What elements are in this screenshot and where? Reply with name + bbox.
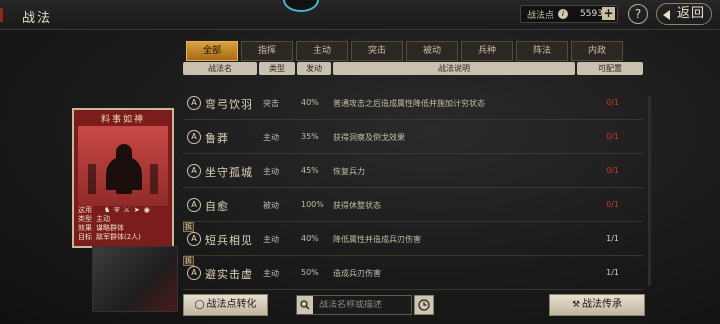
card-info-key: 效果 bbox=[78, 224, 92, 232]
search-box[interactable] bbox=[296, 295, 412, 315]
tactic-rate: 35% bbox=[301, 132, 319, 141]
tactic-name: 鲁莽 bbox=[205, 132, 229, 145]
tactic-config: 1/1 bbox=[606, 234, 619, 243]
tactic-desc: 普通攻击之后造成属性降低并施加计穷状态 bbox=[333, 99, 485, 108]
table-row[interactable]: 拆 A 短兵相见 主动 40% 降低属性并造成兵刃伤害 1/1 bbox=[183, 222, 643, 256]
active-skill-icon: A bbox=[187, 130, 201, 144]
tactic-desc: 恢复兵力 bbox=[333, 167, 365, 176]
tactic-desc: 造成兵刃伤害 bbox=[333, 269, 381, 278]
info-icon[interactable]: i bbox=[558, 9, 569, 19]
table-row[interactable]: A 自愈 被动 100% 获得休整状态 0/1 bbox=[183, 190, 643, 222]
table-row[interactable]: A 弯弓饮羽 突击 40% 普通攻击之后造成属性降低并施加计穷状态 0/1 bbox=[183, 88, 643, 120]
tactic-type: 主动 bbox=[263, 269, 279, 278]
column-header-desc: 战法说明 bbox=[333, 62, 575, 75]
card-info-key: 类型 bbox=[78, 215, 92, 223]
table-row[interactable]: A 鲁莽 主动 35% 获得洞察及倒戈效果 0/1 bbox=[183, 122, 643, 154]
tactic-name: 自愈 bbox=[205, 200, 229, 213]
background-artwork bbox=[92, 246, 178, 312]
card-info-key: 目标 bbox=[78, 233, 92, 241]
tactic-type: 主动 bbox=[263, 167, 279, 176]
back-button[interactable]: 返回 bbox=[656, 3, 712, 25]
active-skill-icon: A bbox=[187, 96, 201, 110]
tactic-rate: 40% bbox=[301, 98, 319, 107]
split-tag: 拆 bbox=[183, 222, 194, 232]
column-header-rate[interactable]: 发动 bbox=[297, 62, 331, 75]
tactic-config: 0/1 bbox=[606, 132, 619, 141]
tactic-rate: 50% bbox=[301, 268, 319, 277]
tab-troop[interactable]: 兵种 bbox=[461, 41, 513, 61]
column-header-name[interactable]: 战法名 bbox=[183, 62, 257, 75]
tactic-type: 突击 bbox=[263, 99, 279, 108]
help-button[interactable]: ? bbox=[628, 4, 648, 24]
table-header: 战法名 类型 发动 战法说明 可配置 bbox=[183, 62, 643, 75]
tactic-desc: 降低属性并造成兵刃伤害 bbox=[333, 235, 421, 244]
convert-label: 战法点转化 bbox=[206, 299, 257, 310]
tactic-rate: 45% bbox=[301, 166, 319, 175]
column-header-type[interactable]: 类型 bbox=[259, 62, 295, 75]
tactic-type: 被动 bbox=[263, 201, 279, 210]
card-title: 料事如神 bbox=[100, 115, 145, 125]
points-value: 5593 bbox=[580, 9, 603, 19]
tactic-config: 0/1 bbox=[606, 200, 619, 209]
top-bar: 战法 战法点 i 5593 + ? 返回 bbox=[0, 0, 720, 30]
tactic-name: 短兵相见 bbox=[205, 234, 253, 247]
tab-passive[interactable]: 被动 bbox=[406, 41, 458, 61]
table-row[interactable]: 拆 A 避实击虚 主动 50% 造成兵刃伤害 1/1 bbox=[183, 256, 643, 290]
target-icon: ◉ bbox=[143, 206, 150, 214]
history-button[interactable] bbox=[414, 295, 434, 315]
tactic-desc: 获得洞察及倒戈效果 bbox=[333, 133, 405, 142]
tactic-rate: 100% bbox=[301, 200, 324, 209]
active-skill-icon: A bbox=[187, 232, 201, 246]
page-title: 战法 bbox=[22, 11, 53, 26]
emblem-icon bbox=[283, 0, 319, 12]
tactic-name: 坐守孤城 bbox=[205, 166, 253, 179]
tactic-desc: 获得休整状态 bbox=[333, 201, 381, 210]
tactic-type: 主动 bbox=[263, 133, 279, 142]
tactics-list: A 弯弓饮羽 突击 40% 普通攻击之后造成属性降低并施加计穷状态 0/1 A … bbox=[183, 80, 643, 290]
tactic-name: 弯弓饮羽 bbox=[205, 98, 253, 111]
tactic-config: 0/1 bbox=[606, 98, 619, 107]
tactic-inherit-button[interactable]: ⚒ 战法传承 bbox=[549, 294, 645, 316]
clock-icon bbox=[418, 299, 430, 311]
active-skill-icon: A bbox=[187, 198, 201, 212]
tactic-rate: 40% bbox=[301, 234, 319, 243]
hammer-icon: ⚒ bbox=[571, 300, 581, 310]
card-info-value: 敌军群体(2人) bbox=[96, 233, 141, 241]
card-info-value: 主动 bbox=[96, 215, 110, 223]
tactic-config: 0/1 bbox=[606, 166, 619, 175]
tactic-card: 料事如神 ♞ ⛨ ⚔ ➤ ◉ 这用 类型 主动 效果 谋略群体 目标 敌军群体(2人) bbox=[72, 108, 174, 248]
table-row[interactable]: A 坐守孤城 主动 45% 恢复兵力 0/1 bbox=[183, 156, 643, 188]
search-input[interactable] bbox=[313, 300, 409, 310]
active-skill-icon: A bbox=[187, 266, 201, 280]
convert-points-button[interactable]: ◯ 战法点转化 bbox=[183, 294, 268, 316]
points-label: 战法点 bbox=[527, 10, 555, 21]
tab-all[interactable]: 全部 bbox=[186, 41, 238, 61]
convert-icon: ◯ bbox=[194, 300, 205, 310]
inherit-label: 战法传承 bbox=[582, 299, 623, 310]
title-decoration bbox=[0, 8, 14, 22]
card-info: 这用 类型 主动 效果 谋略群体 目标 敌军群体(2人) bbox=[78, 206, 141, 242]
tab-assault[interactable]: 突击 bbox=[351, 41, 403, 61]
tactic-name: 避实击虚 bbox=[205, 268, 253, 281]
tactic-type: 主动 bbox=[263, 235, 279, 244]
tab-command[interactable]: 指挥 bbox=[241, 41, 293, 61]
tab-formation[interactable]: 阵法 bbox=[516, 41, 568, 61]
tab-active[interactable]: 主动 bbox=[296, 41, 348, 61]
card-info-key: 这用 bbox=[78, 206, 92, 214]
add-points-button[interactable]: + bbox=[602, 7, 615, 20]
category-tabs: 全部 指挥 主动 突击 被动 兵种 阵法 内政 bbox=[186, 41, 623, 61]
card-info-value: 谋略群体 bbox=[96, 224, 124, 232]
active-skill-icon: A bbox=[187, 164, 201, 178]
split-tag: 拆 bbox=[183, 256, 194, 266]
search-icon[interactable] bbox=[297, 296, 313, 314]
tab-internal[interactable]: 内政 bbox=[571, 41, 623, 61]
tactic-config: 1/1 bbox=[606, 268, 619, 277]
column-header-config[interactable]: 可配置 bbox=[577, 62, 643, 75]
card-artwork bbox=[78, 126, 168, 206]
list-scrollbar[interactable] bbox=[648, 96, 651, 286]
